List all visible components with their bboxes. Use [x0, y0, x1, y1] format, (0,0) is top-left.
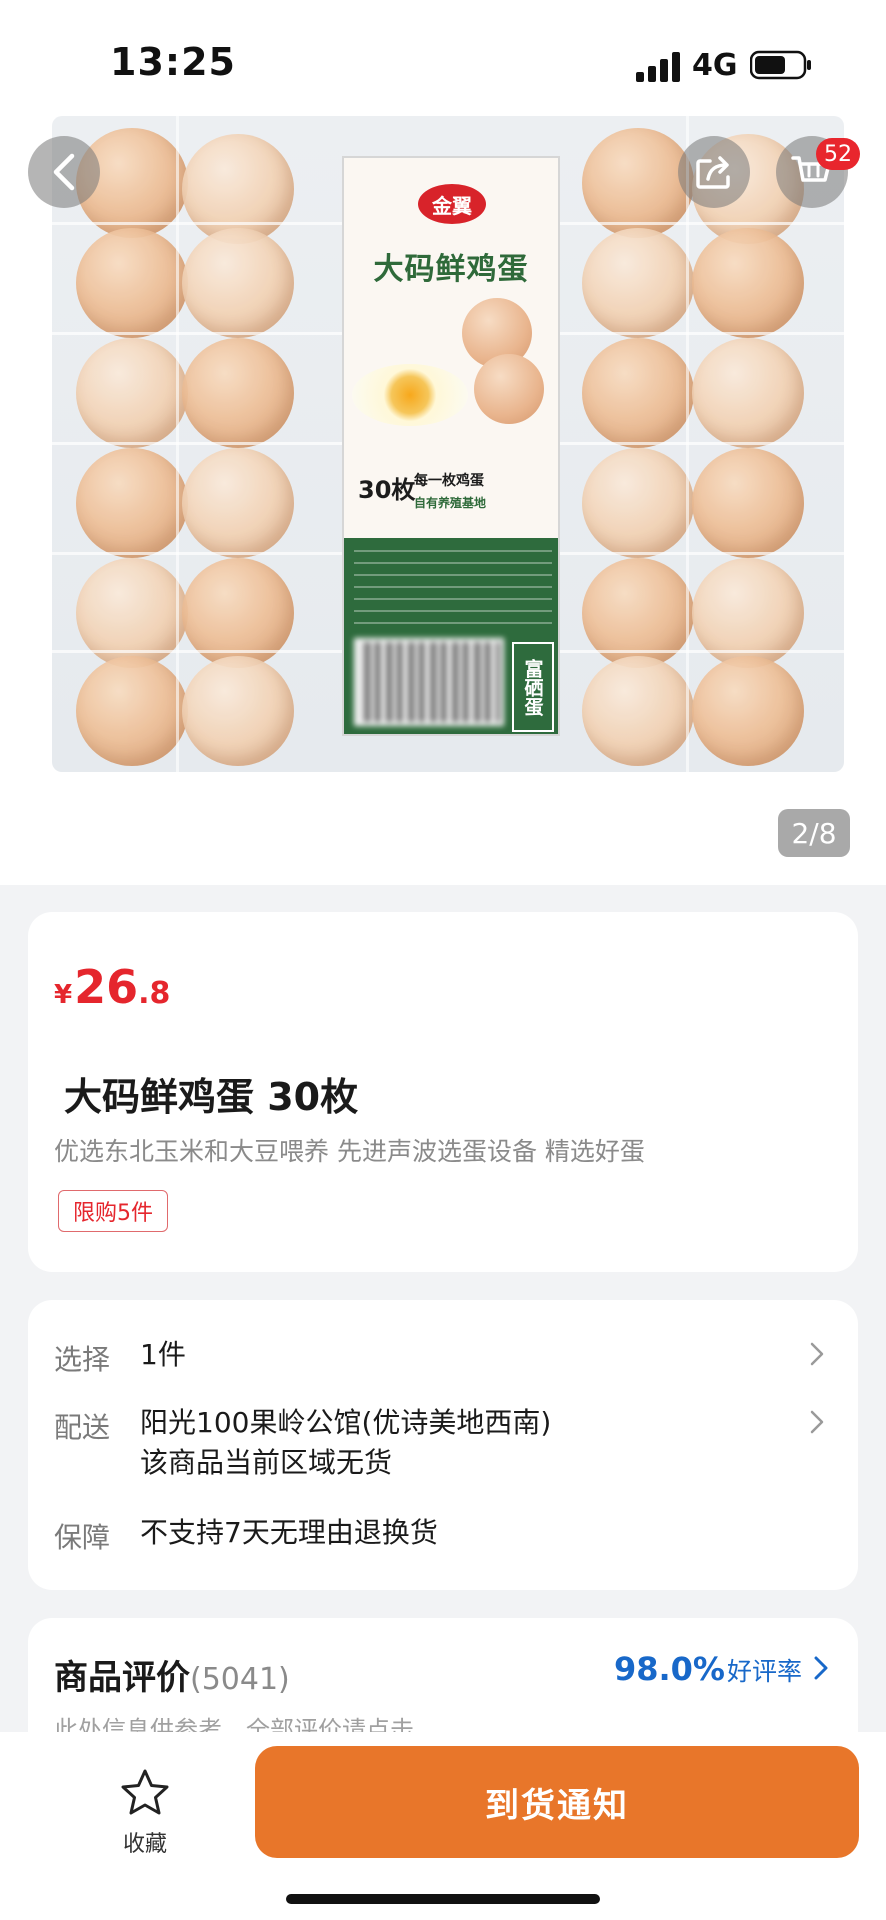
select-label: 选择: [54, 1343, 111, 1376]
chevron-right-icon: [814, 1656, 828, 1680]
product-label: 金翼 大码鲜鸡蛋 30枚 每一枚鸡蛋 自有养殖基地 富硒蛋: [342, 156, 560, 736]
egg: [582, 656, 694, 766]
status-time: 13:25: [110, 40, 236, 84]
egg: [76, 656, 188, 766]
price-decimal: .8: [138, 976, 171, 1011]
label-title: 大码鲜鸡蛋: [373, 252, 529, 287]
battery-icon: [750, 50, 811, 80]
egg: [582, 338, 694, 448]
chevron-right-icon: [810, 1410, 824, 1434]
product-title: 大码鲜鸡蛋 30枚: [64, 1075, 359, 1119]
positive-rate: 98.0%: [613, 1650, 725, 1688]
egg: [692, 338, 804, 448]
select-row[interactable]: 选择 1件: [54, 1338, 832, 1380]
label-fine-print: [354, 550, 552, 628]
guarantee-value: 不支持7天无理由退换货: [140, 1516, 438, 1549]
home-indicator: [286, 1894, 600, 1904]
favorite-button[interactable]: 收藏: [100, 1762, 190, 1862]
positive-rate-link[interactable]: 98.0% 好评率: [614, 1650, 828, 1688]
delivery-status: 该商品当前区域无货: [140, 1446, 393, 1479]
product-gallery[interactable]: 13:25 4G 金翼 大码鲜鸡蛋 30枚 每一枚鸡蛋 自有养殖基地 富硒蛋 5…: [0, 0, 886, 885]
product-summary-card: ¥ 26 .8 大码鲜鸡蛋 30枚 优选东北玉米和大豆喂养 先进声波选蛋设备 精…: [28, 912, 858, 1272]
delivery-row[interactable]: 配送 阳光100果岭公馆(优诗美地西南) 该商品当前区域无货: [54, 1406, 832, 1496]
label-tag: 每一枚鸡蛋: [414, 473, 484, 489]
delivery-label: 配送: [54, 1411, 111, 1444]
share-icon: [696, 156, 730, 189]
egg: [692, 448, 804, 558]
label-tag-2: 自有养殖基地: [414, 496, 487, 510]
tray-divider: [686, 116, 689, 772]
brand-logo: 金翼: [418, 184, 486, 224]
status-bar: 13:25 4G: [0, 0, 886, 120]
egg: [182, 338, 294, 448]
purchase-limit-tag: 限购5件: [58, 1190, 168, 1232]
egg: [182, 228, 294, 338]
positive-rate-label: 好评率: [726, 1657, 802, 1686]
price: ¥ 26 .8: [54, 960, 170, 1014]
network-type: 4G: [692, 48, 738, 83]
tray-divider: [176, 116, 179, 772]
price-integer: 26: [74, 960, 139, 1014]
gallery-page-indicator: 2/8: [778, 809, 850, 857]
signal-icon: [636, 52, 680, 82]
egg: [692, 228, 804, 338]
egg: [582, 228, 694, 338]
egg: [582, 448, 694, 558]
egg: [182, 448, 294, 558]
egg: [182, 656, 294, 766]
barcode-image: [354, 638, 504, 726]
guarantee-label: 保障: [54, 1521, 111, 1554]
egg: [76, 228, 188, 338]
select-value: 1件: [140, 1338, 186, 1371]
label-count: 30枚: [358, 476, 416, 504]
purchase-info-card: 选择 1件 配送 阳光100果岭公馆(优诗美地西南) 该商品当前区域无货 保障 …: [28, 1300, 858, 1590]
reviews-heading: 商品评价(5041): [54, 1650, 290, 1699]
egg: [76, 338, 188, 448]
label-side-text: 富硒蛋: [512, 642, 554, 732]
chevron-left-icon: [53, 153, 75, 191]
guarantee-row: 保障 不支持7天无理由退换货: [54, 1516, 832, 1558]
egg: [692, 656, 804, 766]
share-button[interactable]: [678, 136, 750, 208]
star-icon: [121, 1769, 169, 1815]
favorite-label: 收藏: [122, 1832, 167, 1857]
label-egg-image: [474, 354, 544, 424]
egg-yolk-image: [352, 364, 468, 426]
arrival-notify-button[interactable]: 到货通知: [255, 1746, 859, 1858]
currency-symbol: ¥: [54, 980, 73, 1010]
egg: [76, 448, 188, 558]
product-subtitle: 优选东北玉米和大豆喂养 先进声波选蛋设备 精选好蛋: [54, 1137, 645, 1166]
chevron-right-icon: [810, 1342, 824, 1366]
reviews-title: 商品评价: [54, 1658, 190, 1698]
product-photo: 金翼 大码鲜鸡蛋 30枚 每一枚鸡蛋 自有养殖基地 富硒蛋: [52, 116, 844, 772]
bottom-action-bar: 收藏 到货通知: [0, 1732, 886, 1920]
cart-count-badge: 52: [816, 138, 860, 170]
back-button[interactable]: [28, 136, 100, 208]
reviews-count: (5041): [190, 1662, 290, 1697]
delivery-address: 阳光100果岭公馆(优诗美地西南): [140, 1406, 552, 1439]
